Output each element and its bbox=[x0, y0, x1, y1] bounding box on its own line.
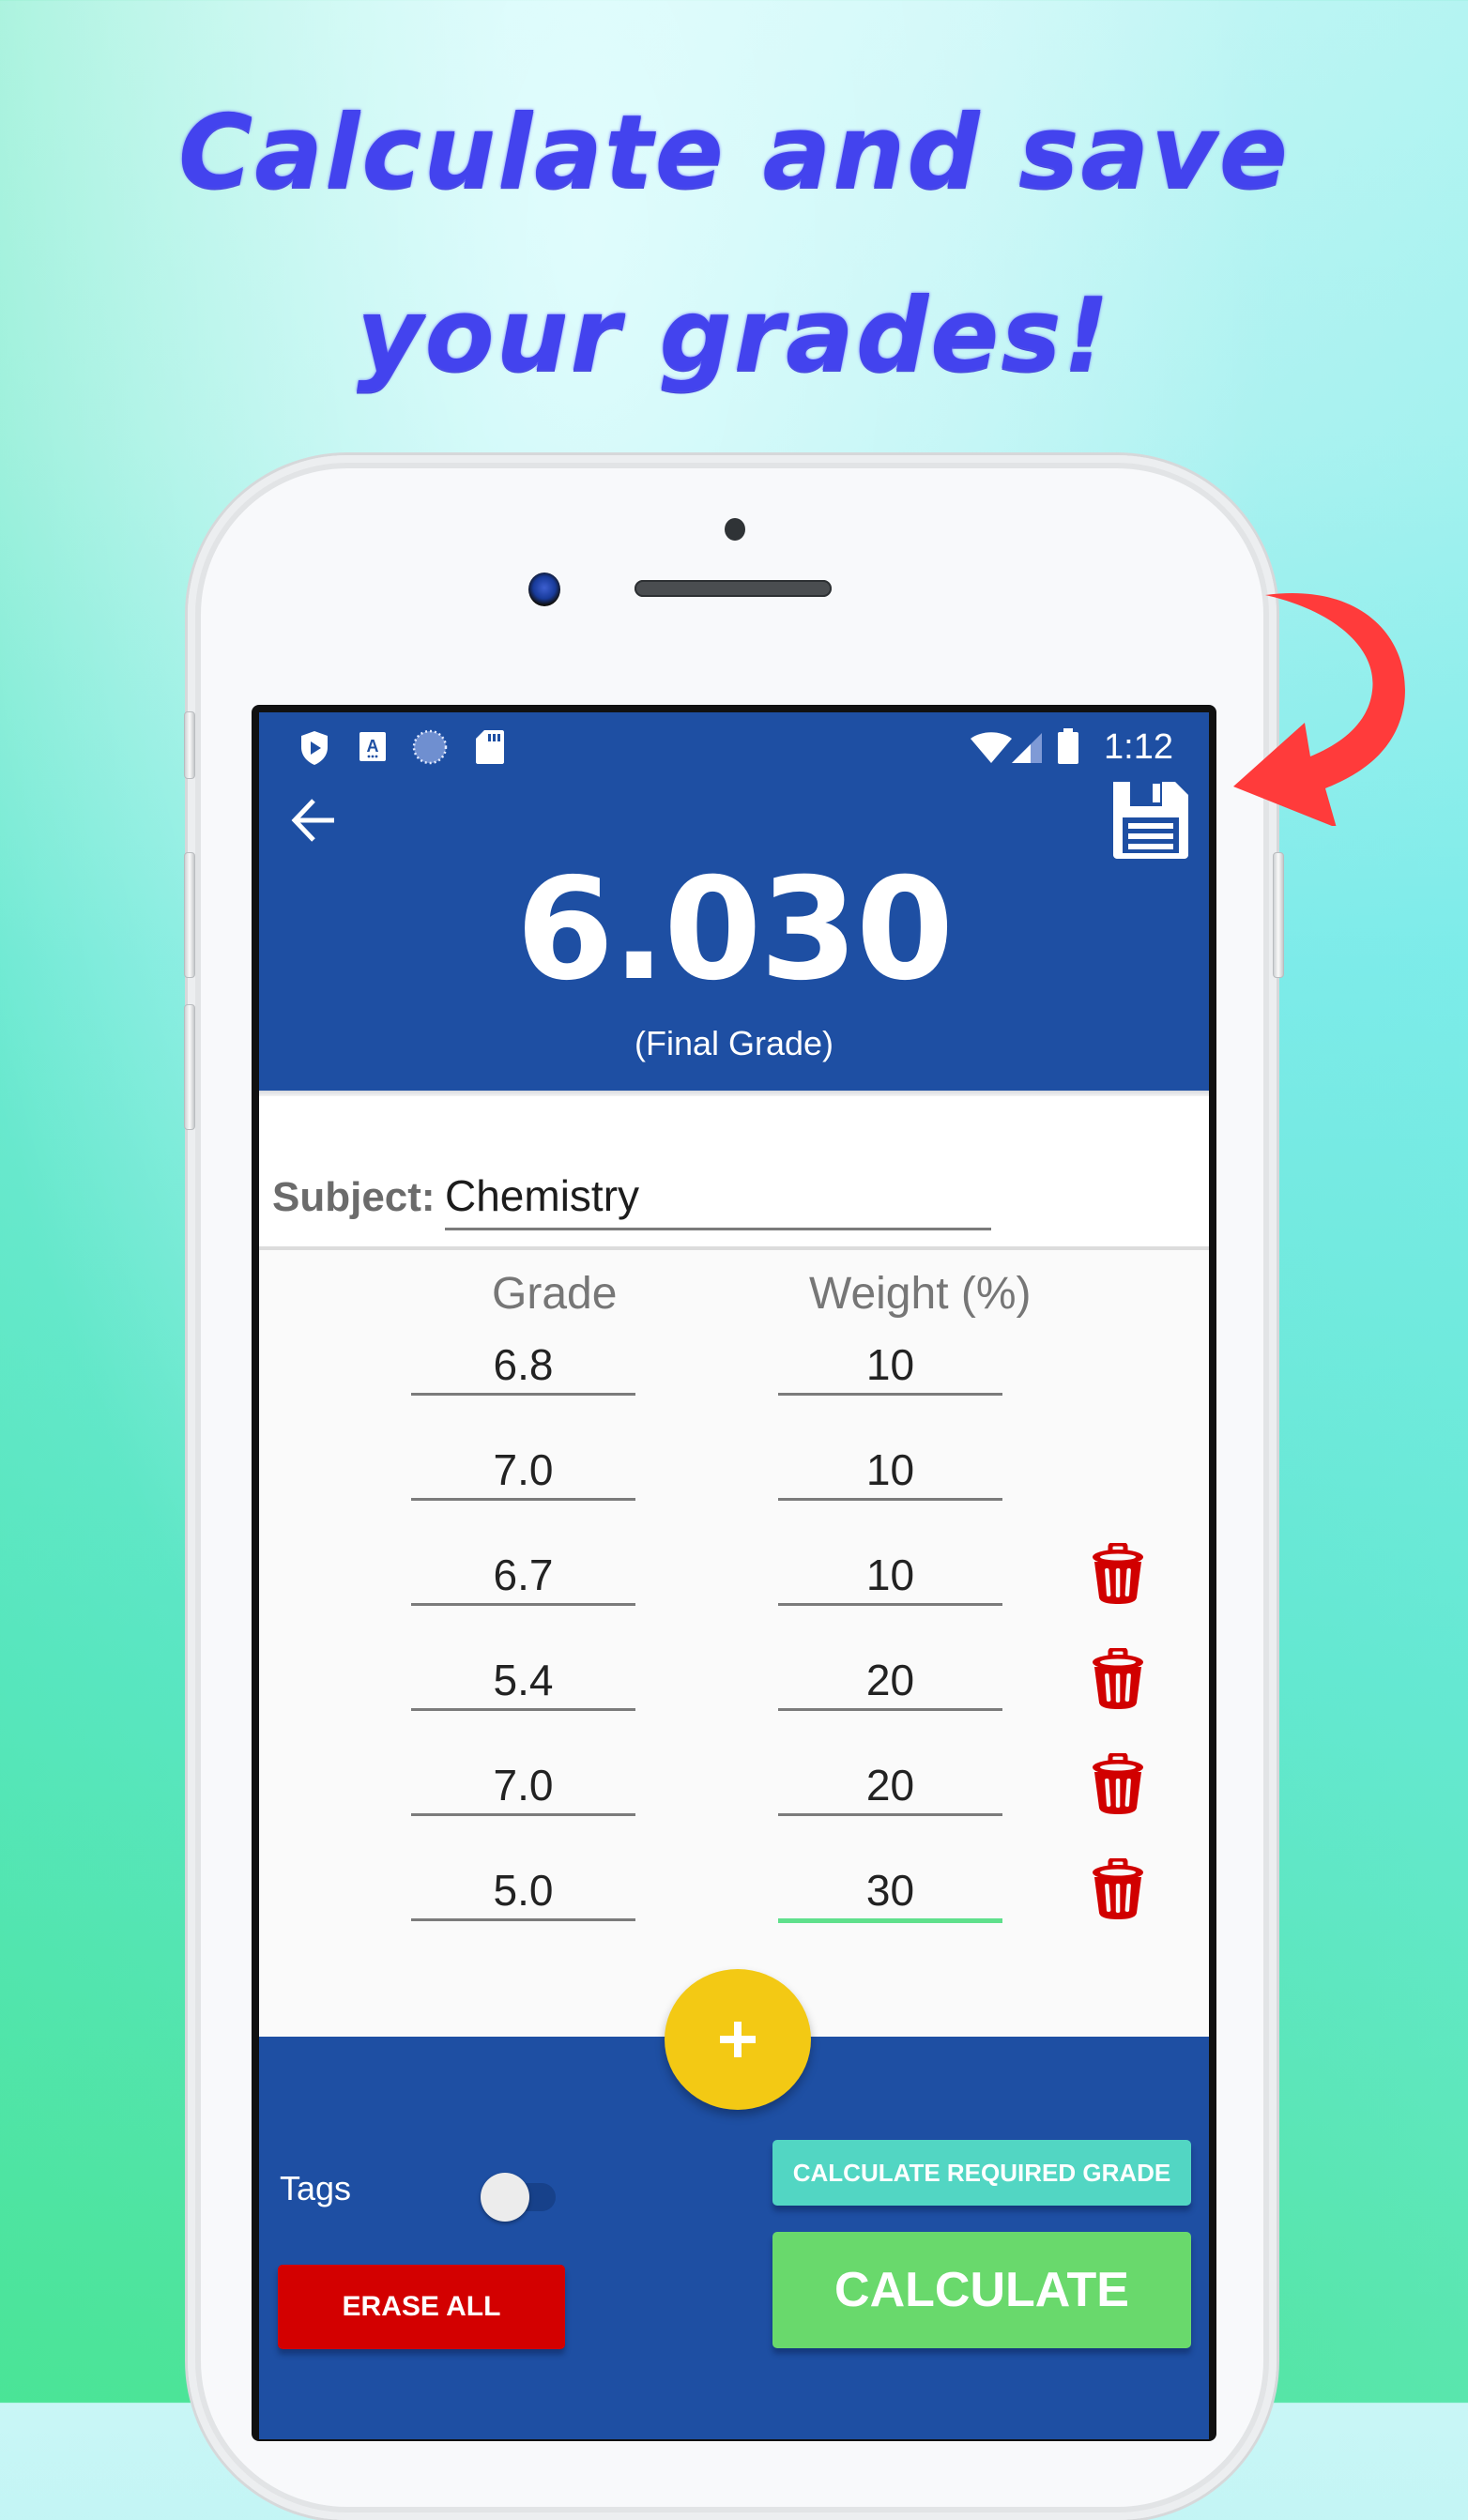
battery-icon bbox=[1058, 728, 1078, 764]
tags-label: Tags bbox=[280, 2169, 352, 2207]
keyboard-a-icon: A bbox=[359, 732, 386, 761]
subject-input[interactable] bbox=[445, 1169, 991, 1230]
tags-toggle[interactable] bbox=[481, 2173, 529, 2222]
weight-input[interactable] bbox=[778, 1442, 1002, 1501]
subject-divider bbox=[259, 1246, 1209, 1250]
erase-all-button[interactable]: ERASE ALL bbox=[278, 2265, 565, 2349]
weight-input[interactable] bbox=[778, 1547, 1002, 1606]
final-grade-value: 6.030 bbox=[515, 848, 954, 1012]
phone-sensor bbox=[725, 518, 745, 541]
phone-volume-up-button bbox=[184, 852, 195, 978]
delete-row-button[interactable] bbox=[1090, 1751, 1146, 1815]
phone-volume-down-button bbox=[184, 1004, 195, 1130]
trash-icon bbox=[1093, 1751, 1143, 1814]
grade-input[interactable] bbox=[411, 1547, 635, 1606]
final-grade-label: (Final Grade) bbox=[634, 1024, 834, 1062]
back-button[interactable] bbox=[282, 787, 347, 853]
app-header: A 1:12 6.030 (Final Grade) bbox=[259, 712, 1209, 1091]
calculate-button[interactable]: CALCULATE bbox=[772, 2232, 1191, 2348]
sync-progress-icon bbox=[412, 729, 448, 765]
grade-input[interactable] bbox=[411, 1442, 635, 1501]
delete-row-button[interactable] bbox=[1090, 1646, 1146, 1710]
subject-label: Subject: bbox=[272, 1174, 436, 1220]
delete-row-button[interactable] bbox=[1090, 1856, 1146, 1920]
grade-input[interactable] bbox=[411, 1757, 635, 1816]
add-grade-button[interactable] bbox=[665, 1969, 811, 2110]
promo-headline-line1: Calculate and save bbox=[178, 94, 1290, 211]
phone-power-button bbox=[1273, 852, 1284, 978]
grade-input[interactable] bbox=[411, 1862, 635, 1921]
arrow-left-icon bbox=[291, 799, 334, 842]
plus-icon bbox=[720, 2022, 756, 2057]
calculate-required-grade-button[interactable]: CALCULATE REQUIRED GRADE bbox=[772, 2140, 1191, 2206]
status-bar: A 1:12 bbox=[259, 712, 1209, 778]
column-header-grade: Grade bbox=[492, 1269, 618, 1319]
app-screen: A 1:12 6.030 (Final Grade) Subject: Chem… bbox=[259, 712, 1209, 2439]
svg-text:A: A bbox=[367, 737, 379, 756]
trash-icon bbox=[1093, 1856, 1143, 1919]
weight-input[interactable] bbox=[778, 1862, 1002, 1923]
promo-headline-line2: your grades! bbox=[357, 277, 1111, 394]
phone-screen: A 1:12 6.030 (Final Grade) Subject: Chem… bbox=[252, 705, 1216, 2441]
weight-input[interactable] bbox=[778, 1652, 1002, 1711]
sd-card-icon bbox=[476, 730, 504, 764]
grade-input[interactable] bbox=[411, 1652, 635, 1711]
column-header-weight: Weight (%) bbox=[809, 1269, 1032, 1319]
subject-section: Subject: bbox=[259, 1096, 1209, 1246]
trash-icon bbox=[1093, 1646, 1143, 1709]
play-protect-shield-icon bbox=[301, 731, 328, 765]
phone-front-camera bbox=[528, 573, 560, 606]
phone-mute-switch bbox=[184, 711, 195, 779]
red-curved-arrow-icon bbox=[1233, 593, 1405, 826]
cell-signal-icon bbox=[1012, 733, 1042, 763]
trash-icon bbox=[1093, 1541, 1143, 1604]
weight-input[interactable] bbox=[778, 1757, 1002, 1816]
delete-row-button[interactable] bbox=[1090, 1541, 1146, 1605]
weight-input[interactable] bbox=[778, 1336, 1002, 1396]
phone-earpiece-speaker bbox=[635, 580, 832, 597]
wifi-icon bbox=[971, 732, 1012, 763]
status-time: 1:12 bbox=[1104, 727, 1173, 767]
grade-input[interactable] bbox=[411, 1336, 635, 1396]
